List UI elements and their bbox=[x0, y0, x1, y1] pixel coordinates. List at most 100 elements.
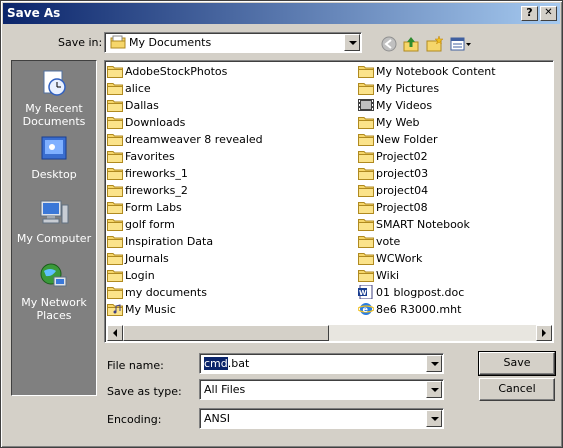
scroll-right-button[interactable] bbox=[536, 325, 552, 341]
place-desktop[interactable]: Desktop bbox=[12, 133, 96, 181]
encoding-label: Encoding: bbox=[107, 413, 162, 426]
item-name: Journals bbox=[125, 252, 169, 265]
folder-icon bbox=[107, 151, 123, 163]
item-name: fireworks_2 bbox=[125, 184, 188, 197]
views-menu-icon bbox=[450, 37, 471, 51]
item-name: New Folder bbox=[376, 133, 438, 146]
item-name: My Web bbox=[376, 116, 420, 129]
item-name: project03 bbox=[376, 167, 429, 180]
file-name-selected-text: cmd bbox=[204, 357, 228, 370]
folder-icon bbox=[358, 168, 374, 180]
item-name: My Notebook Content bbox=[376, 65, 496, 78]
video-folder-icon bbox=[358, 99, 374, 111]
item-name: AdobeStockPhotos bbox=[125, 65, 228, 78]
place-label: My Computer bbox=[16, 232, 92, 245]
item-name: golf form bbox=[125, 218, 175, 231]
item-name: My Videos bbox=[376, 99, 433, 112]
up-folder-icon bbox=[403, 37, 419, 52]
save-in-value: My Documents bbox=[129, 36, 212, 49]
folder-icon bbox=[358, 66, 374, 78]
file-name-input[interactable]: cmd.bat bbox=[199, 353, 444, 374]
item-name: Project02 bbox=[376, 150, 428, 163]
item-name: My Music bbox=[125, 303, 176, 316]
folder-icon bbox=[107, 185, 123, 197]
up-one-level-button[interactable] bbox=[402, 35, 422, 53]
save-in-dropdown-button[interactable] bbox=[344, 34, 360, 51]
item-name: My Pictures bbox=[376, 82, 440, 95]
folder-icon bbox=[358, 253, 374, 265]
word-document-icon: W bbox=[358, 285, 373, 299]
place-label: My Network Places bbox=[21, 296, 87, 322]
item-name: alice bbox=[125, 82, 151, 95]
places-bar: My Recent Documents Desktop My Computer bbox=[11, 60, 97, 396]
place-my-recent-documents[interactable]: My Recent Documents bbox=[12, 67, 96, 128]
cancel-button[interactable]: Cancel bbox=[479, 378, 555, 401]
save-in-label: Save in: bbox=[58, 36, 103, 49]
scrollbar-thumb[interactable] bbox=[123, 325, 329, 341]
item-name: vote bbox=[376, 235, 401, 248]
encoding-dropdown-button[interactable] bbox=[426, 410, 442, 427]
item-name: my documents bbox=[125, 286, 207, 299]
save-as-type-dropdown-button[interactable] bbox=[426, 381, 442, 398]
help-button[interactable]: ? bbox=[521, 6, 538, 21]
item-name: Favorites bbox=[125, 150, 175, 163]
item-name: 01 blogpost.doc bbox=[376, 286, 465, 299]
folder-icon bbox=[107, 83, 123, 95]
folder-icon bbox=[107, 236, 123, 248]
back-button[interactable] bbox=[379, 35, 399, 53]
item-name: fireworks_1 bbox=[125, 167, 188, 180]
chevron-right-icon bbox=[542, 329, 546, 337]
item-name: project04 bbox=[376, 184, 429, 197]
folder-icon bbox=[107, 134, 123, 146]
folder-icon bbox=[358, 134, 374, 146]
item-name: Wiki bbox=[376, 269, 400, 282]
svg-text:e: e bbox=[363, 305, 369, 314]
item-name: Form Labs bbox=[125, 201, 182, 214]
back-arrow-icon bbox=[381, 36, 397, 52]
file-name-dropdown-button[interactable] bbox=[426, 355, 442, 372]
encoding-select[interactable]: ANSI bbox=[199, 408, 444, 429]
recent-documents-icon bbox=[43, 70, 66, 96]
file-list[interactable]: AdobeStockPhotos alice Dallas Downloads drea… bbox=[104, 60, 554, 343]
title-bar[interactable]: Save As ? ✕ bbox=[3, 3, 560, 24]
place-my-network-places[interactable]: My Network Places bbox=[12, 261, 96, 322]
folder-icon bbox=[358, 117, 374, 129]
save-button[interactable]: Save bbox=[478, 351, 556, 376]
internet-explorer-document-icon: e bbox=[358, 303, 374, 315]
folder-icon bbox=[107, 287, 123, 299]
place-label: My Recent Documents bbox=[22, 102, 86, 128]
item-name: Downloads bbox=[125, 116, 186, 129]
save-as-type-label: Save as type: bbox=[107, 385, 182, 398]
close-button[interactable]: ✕ bbox=[540, 6, 557, 21]
folder-icon bbox=[358, 151, 374, 163]
music-folder-icon bbox=[107, 304, 123, 316]
save-in-combo[interactable]: My Documents bbox=[104, 32, 362, 53]
item-name: dreamweaver 8 revealed bbox=[125, 133, 263, 146]
dialog-title: Save As bbox=[7, 6, 61, 20]
folder-icon bbox=[107, 66, 123, 78]
chevron-left-icon bbox=[113, 329, 117, 337]
item-name: 8e6 R3000.mht bbox=[376, 303, 462, 316]
views-menu-button[interactable] bbox=[449, 35, 473, 53]
item-name: SMART Notebook bbox=[376, 218, 470, 231]
save-as-dialog: Save As ? ✕ Save in: My Documents My Rec… bbox=[0, 0, 563, 448]
new-folder-icon bbox=[426, 35, 444, 52]
folder-icon bbox=[358, 219, 374, 231]
save-as-type-select[interactable]: All Files bbox=[199, 379, 444, 400]
folder-icon bbox=[358, 270, 374, 282]
folder-icon bbox=[107, 100, 123, 112]
place-label: Desktop bbox=[31, 168, 77, 181]
file-name-rest-text: .bat bbox=[227, 357, 250, 370]
my-computer-icon bbox=[40, 200, 69, 224]
folder-icon bbox=[107, 117, 123, 129]
scroll-left-button[interactable] bbox=[107, 325, 123, 341]
network-places-icon bbox=[40, 263, 67, 287]
my-documents-icon bbox=[110, 35, 126, 49]
new-folder-button[interactable] bbox=[425, 35, 445, 53]
folder-icon bbox=[107, 270, 123, 282]
folder-icon bbox=[358, 185, 374, 197]
folder-icon bbox=[358, 236, 374, 248]
place-my-computer[interactable]: My Computer bbox=[12, 197, 96, 245]
horizontal-scrollbar[interactable] bbox=[107, 325, 552, 341]
desktop-icon bbox=[41, 136, 67, 160]
